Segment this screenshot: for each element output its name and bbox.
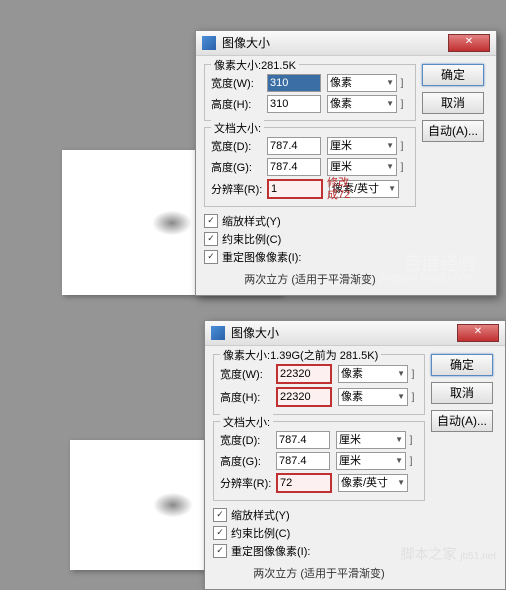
dialog-title: 图像大小: [231, 321, 279, 345]
pixel-size-label: 像素大小:: [214, 60, 261, 72]
chevron-down-icon: ▼: [395, 453, 403, 469]
pixel-width-input[interactable]: 22320: [276, 364, 332, 384]
resolution-input[interactable]: 72: [276, 473, 332, 493]
pixel-size-label: 像素大小:: [223, 350, 270, 362]
scale-styles-checkbox[interactable]: ✓: [213, 508, 227, 522]
resample-method[interactable]: 两次立方 (适用于平滑渐变): [213, 561, 425, 585]
doc-width-input[interactable]: 787.4: [276, 431, 330, 449]
chevron-down-icon: ▼: [386, 96, 394, 112]
cancel-button[interactable]: 取消: [422, 92, 484, 114]
app-icon: [202, 36, 216, 50]
doc-width-label: 宽度(D):: [220, 432, 276, 448]
link-icon: ]: [397, 162, 407, 173]
constrain-checkbox[interactable]: ✓: [213, 526, 227, 540]
resample-checkbox[interactable]: ✓: [213, 544, 227, 558]
link-icon: ]: [408, 392, 418, 403]
resample-checkbox[interactable]: ✓: [204, 250, 218, 264]
resolution-label: 分辨率(R):: [220, 475, 276, 491]
pixel-height-input[interactable]: 310: [267, 95, 321, 113]
chevron-down-icon: ▼: [397, 366, 405, 382]
dialog-title: 图像大小: [222, 31, 270, 55]
link-icon: ]: [397, 141, 407, 152]
width-label: 宽度(W):: [220, 366, 276, 382]
pixel-width-unit[interactable]: 像素▼: [338, 365, 408, 383]
doc-width-input[interactable]: 787.4: [267, 137, 321, 155]
pixel-size-value: 281.5K: [261, 60, 296, 72]
pixel-width-input[interactable]: 310: [267, 74, 321, 92]
doc-width-unit[interactable]: 厘米▼: [336, 431, 406, 449]
pixel-dimensions-group: 像素大小:1.39G(之前为 281.5K) 宽度(W): 22320 像素▼ …: [213, 354, 425, 415]
link-icon: ]: [406, 435, 416, 446]
resolution-unit[interactable]: 像素/英寸▼: [338, 474, 408, 492]
watermark: jingyan.baidu.com: [379, 270, 476, 284]
pixel-size-value: 1.39G(之前为 281.5K): [270, 350, 378, 362]
resolution-input[interactable]: 1: [267, 179, 323, 199]
image-spot: [152, 210, 192, 235]
link-icon: ]: [406, 456, 416, 467]
doc-height-input[interactable]: 787.4: [267, 158, 321, 176]
chevron-down-icon: ▼: [397, 389, 405, 405]
document-size-group: 文档大小: 宽度(D): 787.4 厘米▼ ] 高度(G): 787.4 厘米…: [213, 421, 425, 501]
link-icon: ]: [397, 78, 407, 89]
ok-button[interactable]: 确定: [431, 354, 493, 376]
height-label: 高度(H):: [220, 389, 276, 405]
link-icon: ]: [397, 99, 407, 110]
doc-height-input[interactable]: 787.4: [276, 452, 330, 470]
document-size-group: 文档大小: 宽度(D): 787.4 厘米▼ ] 高度(G): 787.4 厘米…: [204, 127, 416, 207]
auto-button[interactable]: 自动(A)...: [431, 410, 493, 432]
doc-height-label: 高度(G):: [220, 453, 276, 469]
pixel-dimensions-group: 像素大小:281.5K 宽度(W): 310 像素▼ ] 高度(H): 310 …: [204, 64, 416, 121]
scale-styles-label: 缩放样式(Y): [231, 507, 290, 523]
ok-button[interactable]: 确定: [422, 64, 484, 86]
doc-width-unit[interactable]: 厘米▼: [327, 137, 397, 155]
close-button[interactable]: ✕: [448, 34, 490, 52]
constrain-label: 约束比例(C): [222, 231, 281, 247]
image-spot: [153, 493, 193, 518]
annotation-text: 修改成72: [327, 177, 350, 201]
chevron-down-icon: ▼: [395, 432, 403, 448]
doc-height-unit[interactable]: 厘米▼: [336, 452, 406, 470]
app-icon: [211, 326, 225, 340]
doc-size-label: 文档大小:: [211, 120, 264, 136]
doc-height-label: 高度(G):: [211, 159, 267, 175]
titlebar[interactable]: 图像大小 ✕: [196, 31, 496, 56]
scale-styles-checkbox[interactable]: ✓: [204, 214, 218, 228]
chevron-down-icon: ▼: [388, 181, 396, 197]
scale-styles-label: 缩放样式(Y): [222, 213, 281, 229]
resample-label: 重定图像像素(I):: [222, 249, 301, 265]
width-label: 宽度(W):: [211, 75, 267, 91]
close-button[interactable]: ✕: [457, 324, 499, 342]
height-label: 高度(H):: [211, 96, 267, 112]
chevron-down-icon: ▼: [386, 138, 394, 154]
pixel-height-unit[interactable]: 像素▼: [327, 95, 397, 113]
doc-width-label: 宽度(D):: [211, 138, 267, 154]
pixel-height-unit[interactable]: 像素▼: [338, 388, 408, 406]
link-icon: ]: [408, 369, 418, 380]
pixel-width-unit[interactable]: 像素▼: [327, 74, 397, 92]
doc-height-unit[interactable]: 厘米▼: [327, 158, 397, 176]
resolution-label: 分辨率(R):: [211, 181, 267, 197]
chevron-down-icon: ▼: [386, 75, 394, 91]
doc-size-label: 文档大小:: [220, 414, 273, 430]
constrain-label: 约束比例(C): [231, 525, 290, 541]
chevron-down-icon: ▼: [397, 475, 405, 491]
chevron-down-icon: ▼: [386, 159, 394, 175]
watermark: 脚本之家 jb51.net: [401, 544, 496, 564]
constrain-checkbox[interactable]: ✓: [204, 232, 218, 246]
auto-button[interactable]: 自动(A)...: [422, 120, 484, 142]
titlebar[interactable]: 图像大小 ✕: [205, 321, 505, 346]
cancel-button[interactable]: 取消: [431, 382, 493, 404]
pixel-height-input[interactable]: 22320: [276, 387, 332, 407]
resample-label: 重定图像像素(I):: [231, 543, 310, 559]
